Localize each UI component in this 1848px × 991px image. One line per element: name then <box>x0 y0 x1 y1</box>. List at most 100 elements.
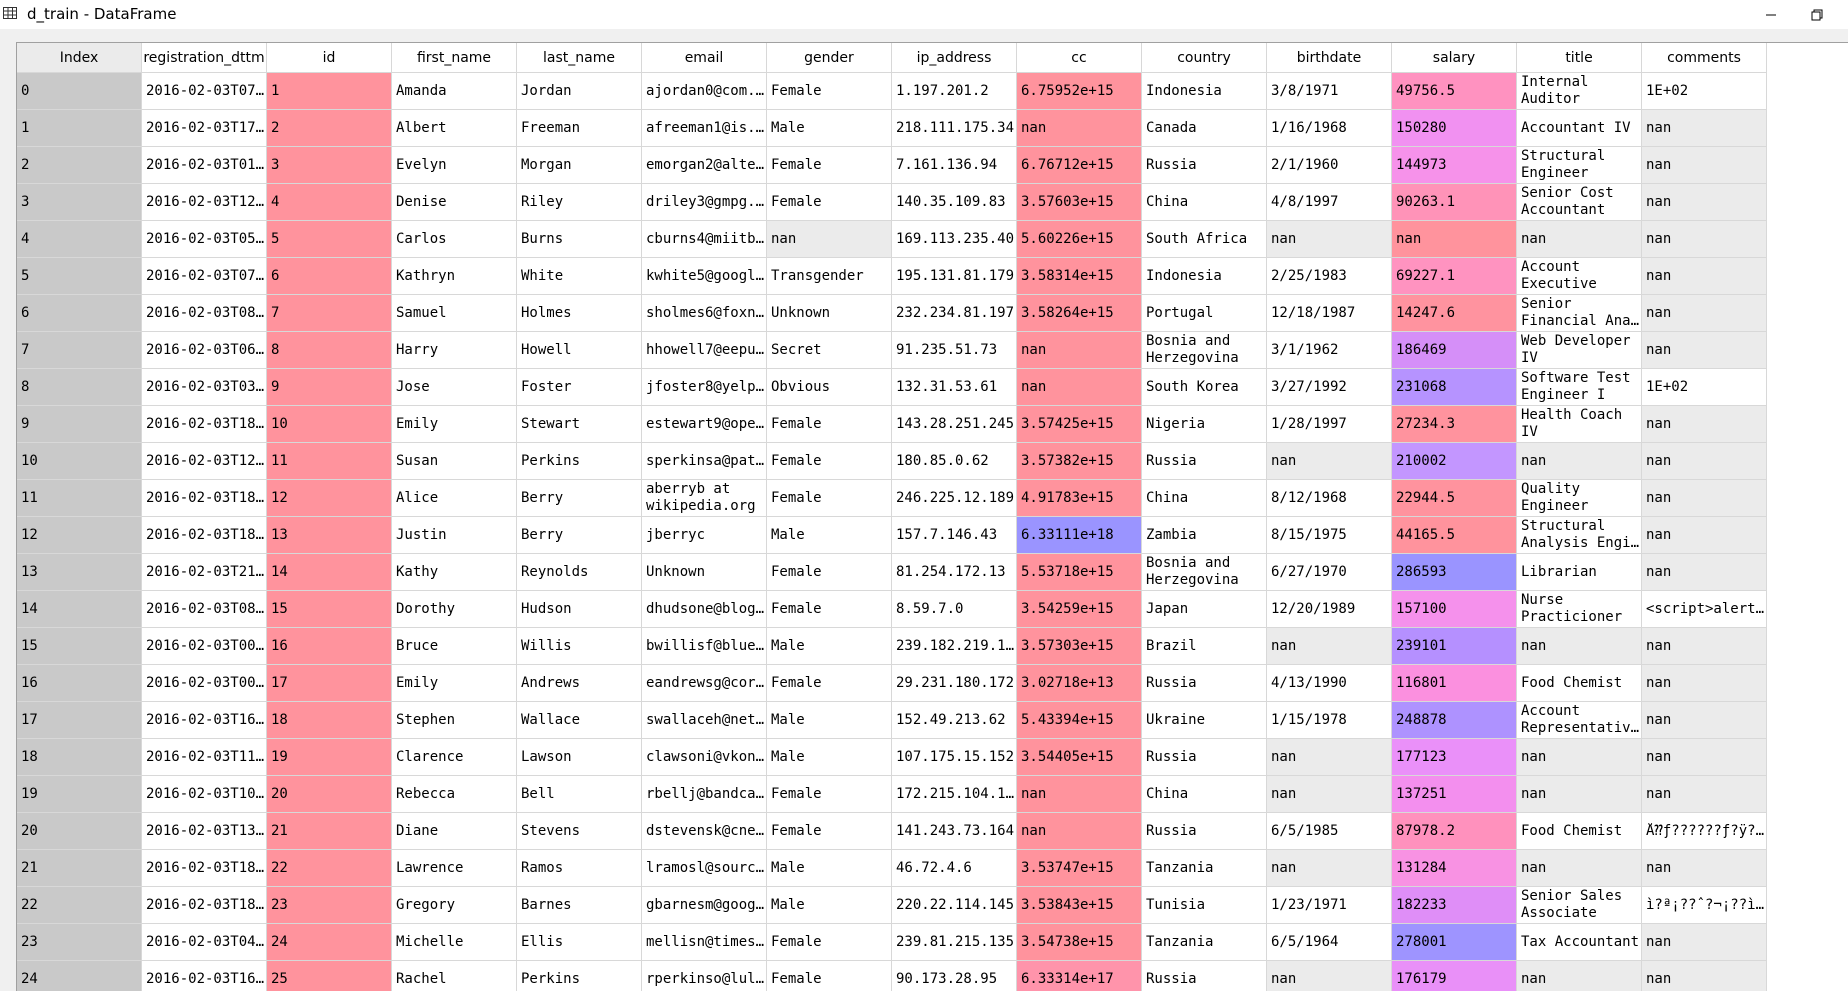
cell-last-name[interactable]: Perkins <box>517 961 642 991</box>
cell-cc[interactable]: 6.33314e+17 <box>1017 961 1142 991</box>
cell-birthdate[interactable]: nan <box>1267 776 1392 813</box>
cell-cc[interactable]: 3.54738e+15 <box>1017 924 1142 961</box>
cell-cc[interactable]: 3.53843e+15 <box>1017 887 1142 924</box>
cell-gender[interactable]: Secret <box>767 332 892 369</box>
cell-registration-dttm[interactable]: 2016-02-03T18… <box>142 850 267 887</box>
cell-ip-address[interactable]: 246.225.12.189 <box>892 480 1017 517</box>
table-row[interactable]: 18 2016-02-03T11… 19 Clarence Lawson clawsoni… <box>17 739 1848 776</box>
cell-registration-dttm[interactable]: 2016-02-03T21… <box>142 554 267 591</box>
cell-email[interactable]: gbarnesm@goog… <box>642 887 767 924</box>
cell-email[interactable]: sholmes6@foxn… <box>642 295 767 332</box>
cell-comments[interactable]: nan <box>1642 295 1767 332</box>
cell-birthdate[interactable]: 3/1/1962 <box>1267 332 1392 369</box>
cell-email[interactable]: lramosl@sourc… <box>642 850 767 887</box>
cell-salary[interactable]: 87978.2 <box>1392 813 1517 850</box>
cell-email[interactable]: sperkinsa@pat… <box>642 443 767 480</box>
cell-birthdate[interactable]: 6/5/1985 <box>1267 813 1392 850</box>
cell-birthdate[interactable]: nan <box>1267 443 1392 480</box>
cell-last-name[interactable]: Reynolds <box>517 554 642 591</box>
cell-birthdate[interactable]: 1/23/1971 <box>1267 887 1392 924</box>
row-index-cell[interactable]: 21 <box>17 850 142 887</box>
cell-birthdate[interactable]: 4/8/1997 <box>1267 184 1392 221</box>
cell-gender[interactable]: Obvious <box>767 369 892 406</box>
cell-title[interactable]: nan <box>1517 739 1642 776</box>
cell-cc[interactable]: 3.57382e+15 <box>1017 443 1142 480</box>
cell-first-name[interactable]: Alice <box>392 480 517 517</box>
column-header-cc[interactable]: cc <box>1017 43 1142 73</box>
cell-first-name[interactable]: Stephen <box>392 702 517 739</box>
column-header-title[interactable]: title <box>1517 43 1642 73</box>
cell-last-name[interactable]: Howell <box>517 332 642 369</box>
cell-registration-dttm[interactable]: 2016-02-03T11… <box>142 739 267 776</box>
column-header-email[interactable]: email <box>642 43 767 73</box>
cell-country[interactable]: Canada <box>1142 110 1267 147</box>
cell-last-name[interactable]: Willis <box>517 628 642 665</box>
cell-last-name[interactable]: Ramos <box>517 850 642 887</box>
cell-title[interactable]: Librarian <box>1517 554 1642 591</box>
cell-salary[interactable]: 210002 <box>1392 443 1517 480</box>
cell-title[interactable]: Software Test Engineer I <box>1517 369 1642 406</box>
cell-title[interactable]: Quality Engineer <box>1517 480 1642 517</box>
cell-registration-dttm[interactable]: 2016-02-03T12… <box>142 443 267 480</box>
cell-salary[interactable]: 144973 <box>1392 147 1517 184</box>
cell-registration-dttm[interactable]: 2016-02-03T18… <box>142 406 267 443</box>
cell-first-name[interactable]: Emily <box>392 406 517 443</box>
cell-last-name[interactable]: Riley <box>517 184 642 221</box>
cell-last-name[interactable]: Jordan <box>517 73 642 110</box>
cell-email[interactable]: jfoster8@yelp… <box>642 369 767 406</box>
cell-last-name[interactable]: White <box>517 258 642 295</box>
cell-comments[interactable]: nan <box>1642 850 1767 887</box>
cell-country[interactable]: Bosnia and Herzegovina <box>1142 554 1267 591</box>
column-header-index[interactable]: Index <box>17 43 142 73</box>
cell-country[interactable]: Tunisia <box>1142 887 1267 924</box>
cell-title[interactable]: Food Chemist <box>1517 813 1642 850</box>
table-row[interactable]: 2 2016-02-03T01… 3 Evelyn Morgan emorgan2@alt… <box>17 147 1848 184</box>
minimize-button[interactable] <box>1748 0 1794 29</box>
cell-salary[interactable]: 248878 <box>1392 702 1517 739</box>
cell-country[interactable]: Tanzania <box>1142 924 1267 961</box>
cell-id[interactable]: 13 <box>267 517 392 554</box>
column-header-registration-dttm[interactable]: registration_dttm <box>142 43 267 73</box>
cell-ip-address[interactable]: 169.113.235.40 <box>892 221 1017 258</box>
cell-birthdate[interactable]: nan <box>1267 961 1392 991</box>
cell-gender[interactable]: Female <box>767 961 892 991</box>
cell-email[interactable]: jberryc <box>642 517 767 554</box>
cell-cc[interactable]: 3.54405e+15 <box>1017 739 1142 776</box>
table-row[interactable]: 6 2016-02-03T08… 7 Samuel Holmes sholmes6@fox… <box>17 295 1848 332</box>
cell-comments[interactable]: nan <box>1642 739 1767 776</box>
cell-cc[interactable]: nan <box>1017 776 1142 813</box>
cell-birthdate[interactable]: nan <box>1267 221 1392 258</box>
cell-country[interactable]: Indonesia <box>1142 258 1267 295</box>
cell-first-name[interactable]: Denise <box>392 184 517 221</box>
cell-comments[interactable]: nan <box>1642 258 1767 295</box>
cell-first-name[interactable]: Samuel <box>392 295 517 332</box>
cell-email[interactable]: bwillisf@blue… <box>642 628 767 665</box>
row-index-cell[interactable]: 9 <box>17 406 142 443</box>
cell-comments[interactable]: ì?ª¡??ˆ?¬¡??ì… <box>1642 887 1767 924</box>
cell-last-name[interactable]: Berry <box>517 517 642 554</box>
table-row[interactable]: 16 2016-02-03T00… 17 Emily Andrews eandrewsg@… <box>17 665 1848 702</box>
cell-comments[interactable]: nan <box>1642 776 1767 813</box>
cell-comments[interactable]: Å⁇ƒ??????ƒ?ÿ?… <box>1642 813 1767 850</box>
row-index-cell[interactable]: 18 <box>17 739 142 776</box>
cell-title[interactable]: nan <box>1517 443 1642 480</box>
row-index-cell[interactable]: 2 <box>17 147 142 184</box>
cell-birthdate[interactable]: 8/12/1968 <box>1267 480 1392 517</box>
table-row[interactable]: 11 2016-02-03T18… 12 Alice Berry aberryb at w… <box>17 480 1848 517</box>
cell-ip-address[interactable]: 29.231.180.172 <box>892 665 1017 702</box>
cell-gender[interactable]: Female <box>767 813 892 850</box>
cell-ip-address[interactable]: 239.182.219.1… <box>892 628 1017 665</box>
close-button[interactable] <box>1840 0 1848 29</box>
cell-birthdate[interactable]: 3/27/1992 <box>1267 369 1392 406</box>
table-row[interactable]: 1 2016-02-03T17… 2 Albert Freeman afreeman1@i… <box>17 110 1848 147</box>
cell-email[interactable]: kwhite5@googl… <box>642 258 767 295</box>
cell-gender[interactable]: Female <box>767 147 892 184</box>
cell-email[interactable]: swallaceh@net… <box>642 702 767 739</box>
column-header-country[interactable]: country <box>1142 43 1267 73</box>
row-index-cell[interactable]: 4 <box>17 221 142 258</box>
cell-salary[interactable]: 182233 <box>1392 887 1517 924</box>
cell-country[interactable]: Japan <box>1142 591 1267 628</box>
cell-birthdate[interactable]: nan <box>1267 739 1392 776</box>
row-index-cell[interactable]: 11 <box>17 480 142 517</box>
cell-email[interactable]: rbellj@bandca… <box>642 776 767 813</box>
